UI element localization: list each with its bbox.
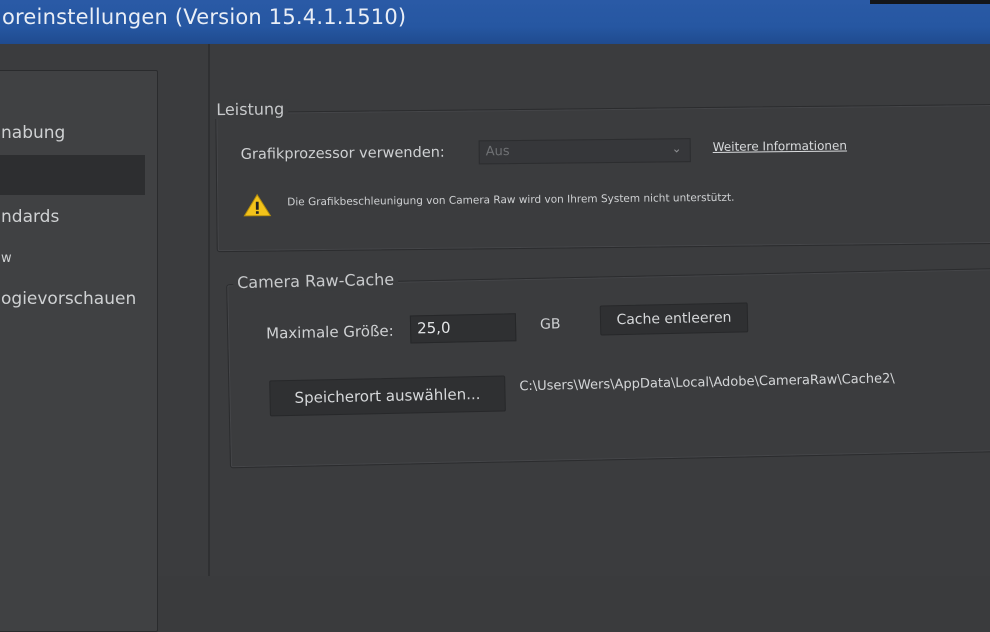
clear-cache-button[interactable]: Cache entleeren: [599, 302, 749, 336]
choose-location-button[interactable]: Speicherort auswählen...: [269, 375, 506, 417]
performance-legend: Leistung: [212, 99, 289, 120]
chevron-down-icon: ⌄: [671, 141, 682, 156]
max-size-input[interactable]: 25,0: [409, 313, 517, 344]
size-unit: GB: [539, 316, 561, 333]
max-size-label: Maximale Größe:: [266, 321, 394, 343]
window-title: oreinstellungen (Version 15.4.1.1510): [2, 5, 407, 29]
gpu-label: Grafikprozessor verwenden:: [240, 144, 445, 163]
title-bar-edge: [870, 0, 990, 4]
sidebar-item-previews[interactable]: ogievorschauen: [1, 289, 136, 309]
performance-panel: Leistung Grafikprozessor verwenden: Aus …: [212, 99, 990, 253]
cache-path: C:\Users\Wers\AppData\Local\Adobe\Camera…: [519, 371, 895, 395]
sidebar-item-defaults[interactable]: ndards: [1, 207, 59, 227]
warning-icon: [243, 193, 272, 217]
more-info-link[interactable]: Weitere Informationen: [713, 139, 847, 154]
gpu-select-value: Aus: [485, 144, 510, 160]
sidebar-item-label: w: [1, 251, 12, 266]
cache-legend: Camera Raw-Cache: [232, 269, 399, 293]
sidebar-item-label: ndards: [1, 207, 60, 227]
gpu-warning-text: Die Grafikbeschleunigung von Camera Raw …: [287, 191, 735, 209]
gpu-select[interactable]: Aus ⌄: [478, 138, 691, 165]
sidebar-divider: [208, 44, 210, 576]
title-bar: oreinstellungen (Version 15.4.1.1510): [0, 0, 990, 44]
sidebar-item-performance[interactable]: [0, 155, 145, 195]
sidebar-item-label: ogievorschauen: [1, 289, 137, 309]
max-size-value: 25,0: [416, 318, 451, 338]
sidebar: nabung ndards w ogievorschauen: [0, 70, 158, 632]
sidebar-item-handling[interactable]: nabung: [1, 123, 65, 143]
sidebar-item-w[interactable]: w: [1, 251, 12, 266]
sidebar-item-label: nabung: [1, 123, 66, 143]
cache-panel: Camera Raw-Cache Maximale Größe: 25,0 GB…: [226, 267, 990, 469]
